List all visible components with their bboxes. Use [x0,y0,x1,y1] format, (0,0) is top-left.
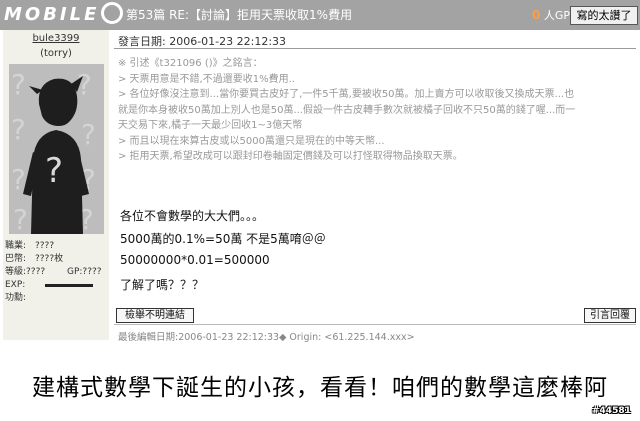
topic-title: 第53篇 RE:【討論】拒用天票收取1%費用 [126,8,353,22]
top-bar: MOBILE 第53篇 RE:【討論】拒用天票收取1%費用 0 人GP 寫的太讚… [0,0,640,30]
svg-text:?: ? [11,163,26,196]
quote-line: > 而且以現在來算古皮或以5000萬還只是現在的中等天幣... [118,135,385,147]
nice-button[interactable]: 寫的太讚了 [570,6,638,25]
author-name[interactable]: bule3399 [3,33,109,44]
svg-text:?: ? [11,68,26,101]
watermark: #44581 [592,406,631,416]
quoted-text: ※ 引述《t321096 ()》之銘言： > 天票用意是不錯,不過還要收1%費用… [118,56,630,165]
report-link-button[interactable]: 檢舉不明連結 [116,308,194,323]
quote-reply-button[interactable]: 引言回覆 [584,308,636,323]
edited-info: 最後編輯日期:2006-01-23 22:12:33◆ Origin: <61.… [118,332,415,343]
post-header: 發言日期: 2006-01-23 22:12:33 [114,30,636,49]
stat-merit: 功勳: [5,293,27,303]
body-line: 5000萬的0.1%=50萬 不是5萬唷＠＠ [120,232,326,246]
svg-text:?: ? [45,151,63,191]
body-line: 50000000*0.01=500000 [120,253,270,267]
gp-label: 人GP [543,9,571,22]
avatar: ? ? ? ? ? ? ? ? ? [9,64,104,234]
logo-ring-icon [101,2,124,24]
svg-text:?: ? [13,203,28,234]
author-sidebar: bule3399 (torry) ? ? ? ? ? ? ? ? ? 職業: ?… [3,30,109,340]
quote-line: 就是你本身被收50萬加上別人也是50萬...假設一件古皮轉手數次就被橘子回收不只… [118,104,576,116]
post-body: 各位不會數學的大大們。。。 5000萬的0.1%=50萬 不是5萬唷＠＠ 500… [120,207,600,299]
stat-level-gp: 等級:???? GP:???? [5,267,102,277]
svg-text:?: ? [11,113,26,146]
stat-job: 職業: ???? [5,241,55,251]
gp-count: 0 [532,8,541,22]
quote-line: > 天票用意是不錯,不過還要收1%費用.. [118,73,295,85]
quote-line: ※ 引述《t321096 ()》之銘言： [118,58,263,69]
post-date: 發言日期: 2006-01-23 22:12:33 [118,35,287,48]
quote-line: > 各位好像沒注意到...當你要買古皮好了,一件5千萬,要被收50萬。加上賣方可… [118,89,575,100]
post-divider [114,324,636,325]
body-line: 了解了嗎？？？ [120,278,205,292]
silhouette-avatar-icon: ? ? ? ? ? ? ? ? ? [9,64,104,234]
stat-coins: 巴幣: ????枚 [5,254,64,264]
quote-line: 天交易下來,橘子一天最少回收1~3億天幣 [118,120,303,131]
svg-text:?: ? [81,118,96,151]
gp-counter: 0 人GP [532,7,570,23]
logo-text: MOBILE [4,3,100,25]
author-stats: 職業: ???? 巴幣: ????枚 等級:???? GP:???? EXP: … [5,240,109,305]
stat-exp: EXP: [5,279,109,292]
author-title: (torry) [40,48,72,59]
body-line: 各位不會數學的大大們。。。 [120,209,265,223]
exp-bar [45,284,93,287]
site-logo[interactable]: MOBILE [4,2,124,25]
caption: 建構式數學下誕生的小孩，看看！咱們的數學這麼棒阿 [32,375,608,401]
quote-line: > 拒用天票,希望改成可以跟封印卷軸固定價錢及可以打怪取得物品換取天票。 [118,151,463,162]
